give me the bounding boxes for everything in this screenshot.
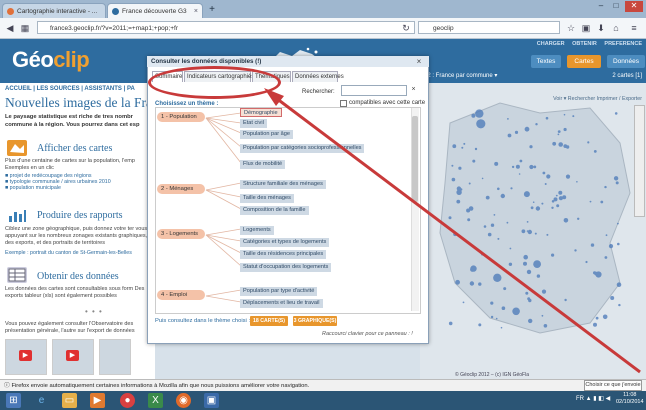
taskbar-clock[interactable]: 11:08 02/10/2014	[616, 392, 644, 406]
notification-text: Firefox envoie automatiquement certaines…	[11, 383, 310, 389]
chrome-icon[interactable]: ●	[120, 393, 135, 408]
firefox-icon[interactable]: ◉	[176, 393, 191, 408]
clock-date: 02/10/2014	[616, 399, 644, 405]
media-player-icon[interactable]: ▶	[90, 393, 105, 408]
system-tray[interactable]: FR ▲ ▮ ◧ ◀	[576, 395, 610, 402]
explorer-window-icon[interactable]: ▣	[204, 393, 219, 408]
start-icon[interactable]: ⊞	[6, 393, 21, 408]
clock-time: 11:08	[623, 392, 637, 398]
notification-choose-button[interactable]: Choisir ce que j'envoie	[584, 380, 642, 391]
info-icon: ⓘ	[4, 383, 10, 389]
excel-icon[interactable]: X	[148, 393, 163, 408]
internet-explorer-icon[interactable]: e	[34, 393, 49, 408]
folder-icon[interactable]: ▭	[62, 393, 77, 408]
annotation-arrow	[264, 88, 641, 374]
